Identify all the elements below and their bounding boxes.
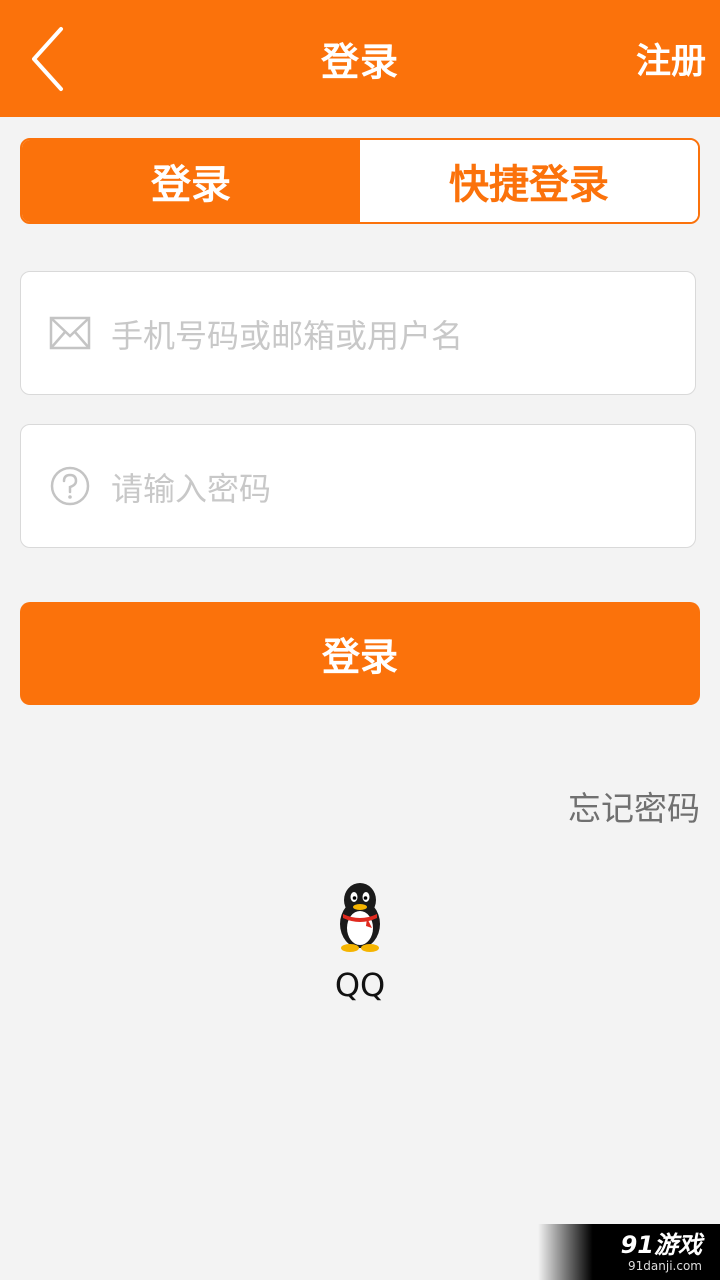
watermark-logo: 91游戏 91danji.com bbox=[538, 1224, 720, 1280]
register-button[interactable]: 注册 bbox=[636, 0, 706, 117]
login-button[interactable]: 登录 bbox=[20, 602, 700, 705]
password-input[interactable]: 请输入密码 bbox=[111, 425, 271, 549]
tab-login[interactable]: 登录 bbox=[22, 140, 360, 222]
watermark-sub: 91danji.com bbox=[628, 1259, 702, 1273]
qq-penguin-icon bbox=[340, 883, 380, 952]
forgot-password-link[interactable]: 忘记密码 bbox=[568, 782, 700, 830]
question-icon bbox=[50, 466, 90, 506]
account-field[interactable]: 手机号码或邮箱或用户名 bbox=[20, 271, 696, 395]
tab-quick-login[interactable]: 快捷登录 bbox=[360, 140, 698, 222]
login-mode-tabs: 登录 快捷登录 bbox=[20, 138, 700, 224]
account-input[interactable]: 手机号码或邮箱或用户名 bbox=[111, 272, 463, 396]
mail-icon bbox=[49, 316, 91, 350]
top-bar: 登录 注册 bbox=[0, 0, 720, 117]
watermark-main: 91游戏 bbox=[620, 1231, 702, 1259]
password-field[interactable]: 请输入密码 bbox=[20, 424, 696, 548]
qq-login-button[interactable]: QQ bbox=[310, 880, 410, 1010]
page-title: 登录 bbox=[320, 40, 399, 84]
qq-label: QQ bbox=[334, 966, 386, 1004]
